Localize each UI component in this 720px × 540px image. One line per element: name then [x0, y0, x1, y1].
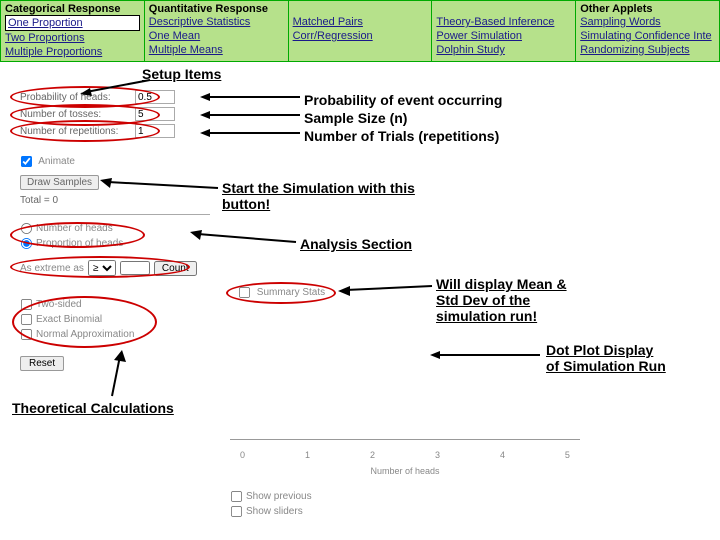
chart-axis [230, 439, 580, 440]
tick: 2 [370, 450, 375, 460]
animate-row: Animate [20, 155, 75, 168]
tick: 5 [565, 450, 570, 460]
nav-link-sampling-words[interactable]: Sampling Words [580, 15, 715, 29]
nav-col-paired: Matched Pairs Corr/Regression [289, 1, 433, 61]
ann-summary: Will display Mean & Std Dev of the simul… [436, 276, 576, 324]
ann-size: Sample Size (n) [304, 110, 407, 126]
tick: 1 [305, 450, 310, 460]
show-sliders-checkbox[interactable] [231, 506, 242, 517]
nav-link-multiple-proportions[interactable]: Multiple Proportions [5, 45, 140, 59]
ann-theoretical: Theoretical Calculations [12, 400, 174, 416]
arrow-icon [338, 282, 434, 294]
arrow-icon [200, 92, 300, 102]
nav-col-categorical: Categorical Response One Proportion Two … [1, 1, 145, 61]
highlight-oval [10, 120, 160, 142]
nav-link-corr-regression[interactable]: Corr/Regression [293, 29, 428, 43]
ann-dotplot: Dot Plot Display of Simulation Run [546, 342, 666, 374]
nav-link-theory-inference[interactable]: Theory-Based Inference [436, 15, 571, 29]
chart-ticks: 0 1 2 3 4 5 [230, 450, 580, 460]
tick: 4 [500, 450, 505, 460]
arrow-icon [106, 350, 126, 398]
chart-xlabel: Number of heads [230, 466, 580, 476]
ann-trials: Number of Trials (repetitions) [304, 128, 499, 144]
arrow-icon [200, 110, 300, 120]
highlight-oval [10, 222, 145, 248]
nav-link-matched-pairs[interactable]: Matched Pairs [293, 15, 428, 29]
highlight-oval [226, 282, 336, 304]
nav-title-quantitative: Quantitative Response [149, 3, 284, 15]
show-previous-checkbox[interactable] [231, 491, 242, 502]
nav-col-theory: Theory-Based Inference Power Simulation … [432, 1, 576, 61]
total-label: Total = 0 [20, 195, 58, 206]
tick: 3 [435, 450, 440, 460]
highlight-oval [12, 296, 157, 348]
animate-label: Animate [38, 156, 75, 167]
nav-link-power-simulation[interactable]: Power Simulation [436, 29, 571, 43]
arrow-icon [80, 80, 160, 94]
nav-link-one-proportion[interactable]: One Proportion [5, 15, 140, 31]
nav-link-multiple-means[interactable]: Multiple Means [149, 43, 284, 57]
nav-link-dolphin-study[interactable]: Dolphin Study [436, 43, 571, 57]
divider [20, 214, 210, 215]
show-checks: Show previous Show sliders [230, 490, 312, 520]
highlight-oval [10, 256, 190, 278]
dot-plot-chart: 0 1 2 3 4 5 Number of heads [230, 360, 580, 480]
nav-link-descriptive-stats[interactable]: Descriptive Statistics [149, 15, 284, 29]
nav-col-other: Other Applets Sampling Words Simulating … [576, 1, 719, 61]
ann-analysis: Analysis Section [300, 236, 412, 252]
nav-col-quantitative: Quantitative Response Descriptive Statis… [145, 1, 289, 61]
arrow-icon [190, 230, 298, 246]
nav-header: Categorical Response One Proportion Two … [0, 0, 720, 62]
tick: 0 [240, 450, 245, 460]
ann-prob: Probability of event occurring [304, 92, 502, 108]
show-previous-label: Show previous [246, 491, 312, 502]
animate-checkbox[interactable] [21, 156, 32, 167]
nav-link-one-mean[interactable]: One Mean [149, 29, 284, 43]
ann-start: Start the Simulation with this button! [222, 180, 432, 212]
arrow-icon [100, 178, 220, 192]
arrow-icon [430, 350, 542, 362]
arrow-icon [200, 128, 300, 138]
draw-samples-button[interactable]: Draw Samples [20, 175, 99, 190]
nav-title-other: Other Applets [580, 3, 715, 15]
nav-link-confidence-int[interactable]: Simulating Confidence Inte [580, 29, 715, 43]
show-sliders-label: Show sliders [246, 506, 303, 517]
nav-title-categorical: Categorical Response [5, 3, 140, 15]
reset-button[interactable]: Reset [20, 356, 64, 371]
nav-link-randomizing-subjects[interactable]: Randomizing Subjects [580, 43, 715, 57]
nav-link-two-proportions[interactable]: Two Proportions [5, 31, 140, 45]
